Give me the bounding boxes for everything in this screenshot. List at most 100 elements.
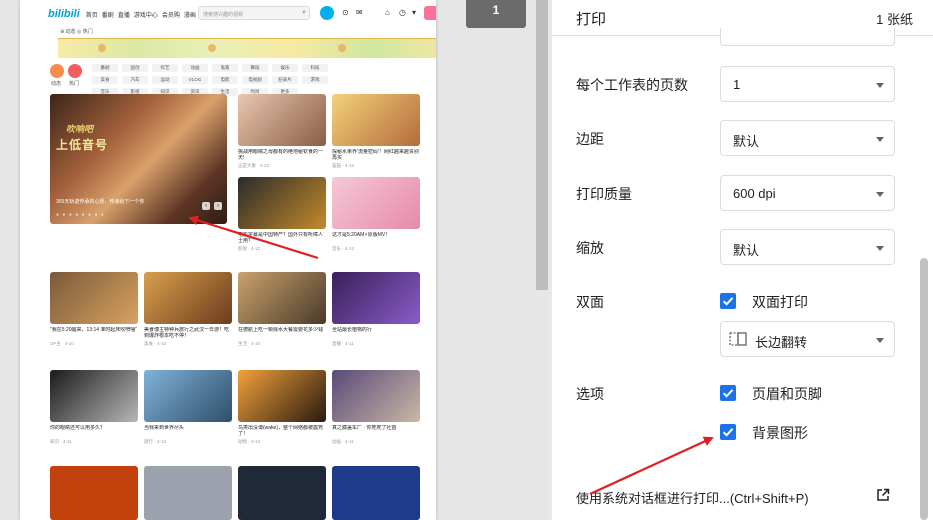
margins-label: 边距 [576,131,604,147]
category-tag: 娱乐 [272,64,298,72]
print-quality-select[interactable]: 600 dpi [720,175,895,211]
video-thumbnail [238,466,326,520]
dropdown-arrow-icon [876,192,884,197]
hero-badge: 吹响吧 [66,124,94,134]
open-in-new-icon[interactable] [876,488,890,502]
headers-footers-label[interactable]: 页眉和页脚 [752,384,822,404]
video-thumbnail [332,272,420,324]
video-meta: 知识 · 4-11 [50,439,72,444]
duplex-label: 双面 [576,294,604,310]
site-logo: bilibili [48,8,80,20]
scale-value: 默认 [733,243,760,258]
category-tag: 舞蹈 [242,64,268,72]
video-title: 这才是5:20AM⚡原版MV！ [332,232,391,238]
vip-icon: ⊙ [342,8,349,17]
duplex-checkbox[interactable] [720,293,736,309]
nav-item-manga: 漫画 [183,12,196,19]
category-tag: 美食 [92,76,118,84]
video-thumbnail [144,272,232,324]
headers-footers-checkbox[interactable] [720,385,736,401]
category-tag: 电视剧 [242,76,268,84]
category-tag: VLOG [182,76,208,84]
video-thumbnail [332,94,420,146]
carousel-prev-icon: ‹ [202,202,210,210]
dropdown-arrow-icon [876,246,884,251]
scale-select[interactable]: 默认 [720,229,895,265]
pages-per-sheet-value: 1 [733,77,741,92]
video-thumbnail [144,466,232,520]
video-meta: 动画 · 4-11 [332,439,354,444]
site-banner [58,38,436,58]
video-meta: 直播 · 4-11 [332,341,354,346]
video-thumbnail [50,370,138,422]
dropdown-arrow-icon [876,83,884,88]
background-graphics-checkbox[interactable] [720,424,736,440]
more-icon: ▾ [412,8,417,17]
panel-title: 打印 [576,11,607,28]
sheet-count: 1 张纸 [876,12,913,27]
video-title: 美食博主特种兵旅行之武汉一日游！吃到爆炸根本吃不停！ [144,327,230,339]
print-settings-panel: 打印 1 张纸 每个工作表的页数 1 边距 默认 打印质量 600 dpi 缩放… [552,0,933,520]
hero-title: 上低音号 [56,138,109,152]
category-tag: 纪录片 [272,76,298,84]
video-thumbnail [144,370,232,422]
nav-item-live: 直播 [117,12,130,19]
scale-label: 缩放 [576,240,604,256]
video-thumbnail [238,94,326,146]
previous-select-bottom[interactable] [720,28,895,46]
sub-nav: ⊕ 动态 ◎ 热门 [60,29,93,35]
video-meta: 动物 · 4-13 [238,439,261,444]
checkmark-icon [722,389,734,398]
video-title: 电影字幕是中国特产？国外只有听障人士用？ [238,232,324,244]
site-search-placeholder: 搜索感兴趣的视频 [203,12,244,18]
carousel-next-icon: › [214,202,222,210]
upload-icon [424,6,436,20]
margins-select[interactable]: 默认 [720,120,895,156]
preview-scrollbar[interactable] [536,0,548,290]
video-thumbnail [238,370,326,422]
video-thumbnail [238,177,326,229]
duplex-checkbox-label[interactable]: 双面打印 [752,292,808,312]
pages-per-sheet-select[interactable]: 1 [720,66,895,102]
nav-item-games: 游戏中心 [133,12,158,19]
video-thumbnail [50,272,138,324]
video-thumbnail [332,466,420,520]
video-meta: 生活 · 4-10 [238,341,261,346]
flip-mode-select[interactable]: 长边翻转 [720,321,895,357]
dropdown-arrow-icon [876,338,884,343]
video-meta: UP主 · 4-10 [50,341,74,346]
print-quality-label: 打印质量 [576,186,632,202]
search-icon: ⌕ [302,9,306,16]
category-tag: 鬼畜 [212,64,238,72]
video-thumbnail [50,466,138,520]
video-title: 鸟类出没谭(wake)，整个网络都被震死了！ [238,425,324,437]
hero-caption: 365天轨迹传承的心愿，传递给下一个你 [56,199,145,205]
video-title: 你的眼睛还可以用多久？ [50,425,106,431]
pages-per-sheet-label: 每个工作表的页数 [576,77,688,93]
system-dialog-link[interactable]: 使用系统对话框进行打印...(Ctrl+Shift+P) [576,488,809,507]
video-meta: 旅行 · 4-13 [144,439,167,444]
video-title: 全站最长植物的行 [332,327,373,333]
hero-carousel: 吹响吧 上低音号 365天轨迹传承的心愿，传递给下一个你 ● ● ● ● ● ●… [50,94,227,224]
video-meta: 猫猫 · 4-12 [332,163,355,168]
video-meta: 这是大象 · 4-12 [238,163,270,168]
background-graphics-label[interactable]: 背景图形 [752,423,808,443]
video-title: 当我来到世界尽头 [144,425,185,431]
video-thumbnail [332,370,420,422]
video-title: 挑战用眼睛之母都有的绝地秘钦食的一天! [238,149,324,161]
long-edge-flip-icon [729,332,747,346]
video-title: 探秘水果界'流量密码'！网红越来越贵别再买 [332,149,419,161]
category-tag: 综艺 [152,64,178,72]
video-meta: 音乐 · 4-12 [332,246,355,251]
margins-value: 默认 [733,134,760,149]
nav-item-vip: 会员购 [161,12,180,19]
category-tag: 番剧 [92,64,118,72]
panel-scrollbar[interactable] [920,258,928,520]
category-hot-label: 热门 [69,81,80,87]
category-tag: 电影 [212,76,238,84]
preview-page: bilibili 首页 番剧 直播 游戏中心 会员购 漫画 赛事 搜索感兴趣的视… [20,0,436,520]
video-meta: 美食 · 4-10 [144,341,167,346]
video-meta: 影视 · 4-12 [238,246,261,251]
carousel-dots: ● ● ● ● ● ● ● ● [56,212,105,218]
checkmark-icon [722,428,734,437]
